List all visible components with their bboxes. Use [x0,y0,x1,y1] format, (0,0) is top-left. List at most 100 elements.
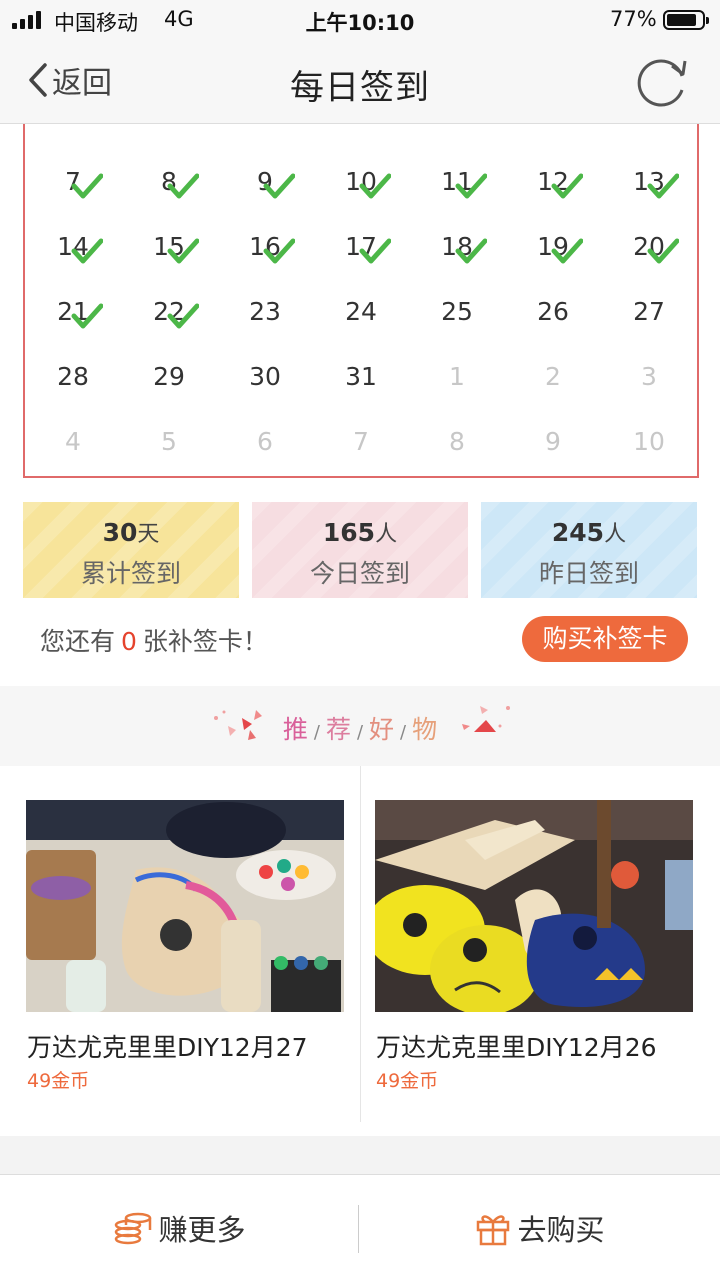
page-title: 每日签到 [290,68,430,108]
calendar-day: 23 [217,282,313,347]
calendar-day: 4 [409,124,505,127]
checkmark-icon [551,173,583,199]
checkmark-icon [455,173,487,199]
checkmark-icon [359,173,391,199]
stat-value: 165人 [252,516,468,548]
recommend-title: 推 / 荐 / 好 / 物 [282,715,438,744]
product-price: 49金币 [376,1070,439,1092]
recommend-char: 好 [369,715,395,744]
day-number: 26 [537,297,569,326]
recommend-char: 推 [282,715,308,744]
coins-icon [115,1212,152,1245]
product-image [375,800,693,1012]
product-price: 49金币 [27,1070,90,1092]
stat-box: 245人 昨日签到 [481,502,697,598]
day-number: 25 [441,297,473,326]
calendar-day: 3 [601,347,697,412]
calendar-day: 27 [601,282,697,347]
checkmark-icon [167,173,199,199]
day-number: 8 [449,427,465,456]
battery-icon [663,10,709,30]
calendar-day: 3 [313,124,409,127]
stat-number: 245 [551,518,605,547]
product-list: 万达尤克里里DIY12月27 49金币 万达尤克里里DIY12月26 49金币 [0,766,720,1122]
calendar-day: 5 [121,412,217,476]
day-number: 6 [257,427,273,456]
calendar-day: 15 [121,217,217,282]
calendar-day: 13 [601,152,697,217]
calendar-day: 28 [25,347,121,412]
day-number: 7 [353,427,369,456]
spacer [0,1122,720,1136]
calendar-day: 6 [217,412,313,476]
stat-value: 245人 [481,516,697,548]
day-number: 27 [633,297,665,326]
buy-makeup-card-button[interactable]: 购买补签卡 [522,616,688,662]
earn-more-button[interactable]: 赚更多 [0,1175,360,1280]
product-name: 万达尤克里里DIY12月26 [376,1033,657,1062]
refresh-button[interactable] [632,52,692,112]
calendar-day: 19 [505,217,601,282]
stat-number: 165 [322,518,376,547]
calendar-day: 25 [409,282,505,347]
calendar-day: 1 [409,347,505,412]
calendar-week-row: 28 29 30 31 1 2 3 [25,347,697,412]
stat-value: 30天 [23,516,239,548]
checkmark-icon [647,238,679,264]
checkmark-icon [359,238,391,264]
day-number: 30 [249,362,281,391]
calendar-day: 5 [505,124,601,127]
recommend-char: 物 [412,715,438,744]
day-number: 4 [65,427,81,456]
go-buy-label: 去购买 [517,1213,605,1247]
stat-box: 30天累计签到 [23,502,239,598]
stats-row: 30天 累计签到 165人 今日签到 245人 昨日签到 [23,502,697,598]
day-number: 2 [545,362,561,391]
makeup-suffix: 张补签卡！ [142,627,268,656]
calendar-day: 7 [25,152,121,217]
calendar-day: 16 [217,217,313,282]
makeup-card-count: 0 [121,627,137,656]
day-number: 9 [545,427,561,456]
stat-unit: 人 [375,522,398,547]
makeup-card-info: 您还有 0 张补签卡！ [40,622,268,658]
calendar-day: 12 [505,152,601,217]
calendar-day: 29 [121,347,217,412]
stat-number: 30 [102,518,138,547]
go-buy-button[interactable]: 去购买 [360,1175,720,1280]
checkmark-icon [71,238,103,264]
checkmark-icon [647,173,679,199]
calendar-day: 24 [313,282,409,347]
stat-unit: 天 [137,522,160,547]
calendar-day: 1 [121,124,217,127]
day-number: 1 [449,362,465,391]
calendar-day: 7 [313,412,409,476]
calendar-week-row: 21 22 23 24 25 26 27 [25,282,697,347]
calendar-day: 14 [25,217,121,282]
recommend-header: 推 / 荐 / 好 / 物 [0,686,720,766]
calendar-day: 26 [505,282,601,347]
stat-label: 累计签到 [80,559,181,588]
refresh-icon [637,59,687,107]
calendar-week-row: 14 15 16 17 18 19 20 [25,217,697,282]
calendar-day: 9 [217,152,313,217]
makeup-prefix: 您还有 [40,627,116,656]
product-card[interactable]: 万达尤克里里DIY12月27 49金币 [0,766,360,1122]
status-bar: 中国移动 4G 上午10:10 77% [0,0,720,40]
day-number: 29 [153,362,185,391]
stat-box: 165人 今日签到 [252,502,468,598]
calendar-day: 6 [601,124,697,127]
day-number: 5 [161,427,177,456]
recommend-char: 荐 [325,715,351,744]
day-number: 31 [345,362,377,391]
calendar-section: 3112345678910111213141516171819202122232… [0,124,720,686]
product-card[interactable]: 万达尤克里里DIY12月26 49金币 [360,766,720,1122]
checkmark-icon [263,173,295,199]
calendar-day: 22 [121,282,217,347]
stat-unit: 人 [604,522,627,547]
checkmark-icon [455,238,487,264]
product-name: 万达尤克里里DIY12月27 [27,1033,308,1062]
earn-more-label: 赚更多 [158,1213,246,1247]
day-number: 23 [249,297,281,326]
day-number: 24 [345,297,377,326]
